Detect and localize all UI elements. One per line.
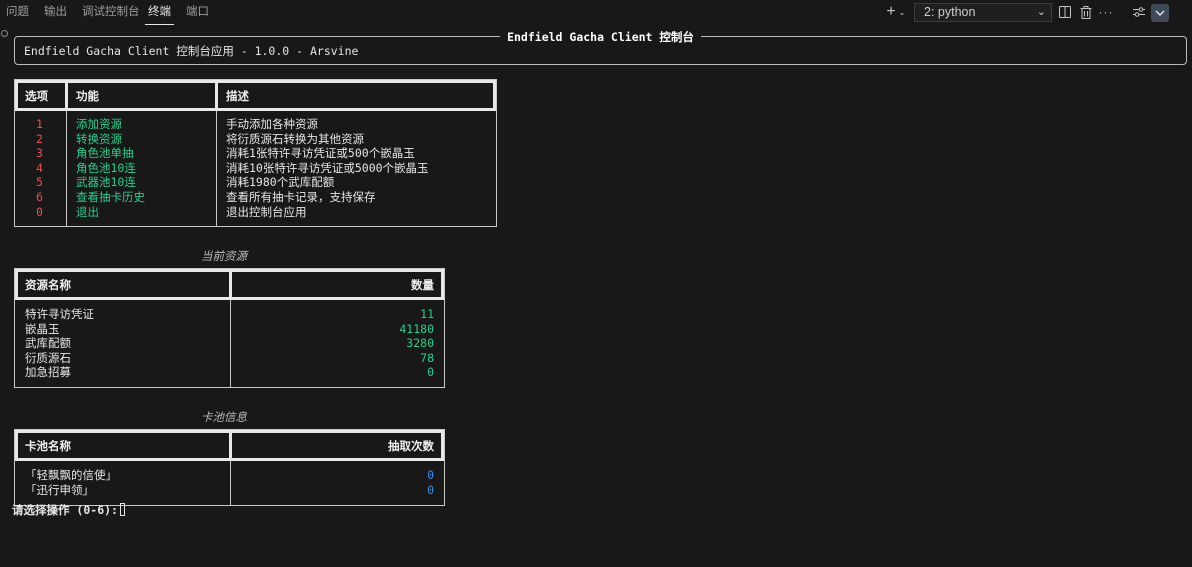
menu-table: 选项 功能 描述 1 2 3 4 5 6 0 添加资源 转换资源 角色池单抽 角… bbox=[14, 79, 497, 227]
command-decoration-icon bbox=[1, 30, 8, 37]
chevron-down-icon[interactable]: ⌄ bbox=[897, 4, 907, 20]
panel-tabbar: 问题 输出 调试控制台 终端 端口 + ⌄ 2: python ⌄ ··· bbox=[0, 0, 1192, 25]
menu-option: 5 bbox=[36, 175, 43, 190]
resource-name: 特许寻访凭证 bbox=[25, 307, 94, 321]
menu-options-column: 1 2 3 4 5 6 0 bbox=[36, 117, 48, 219]
pools-header-count: 抽取次数 bbox=[388, 439, 434, 453]
menu-option: 0 bbox=[36, 204, 43, 219]
menu-desc: 消耗1张特许寻访凭证或500个嵌晶玉 bbox=[226, 146, 415, 161]
chevron-down-icon: ⌄ bbox=[1036, 6, 1046, 18]
tab-ports[interactable]: 端口 bbox=[186, 0, 209, 25]
menu-desc-column: 手动添加各种资源 将衍质源石转换为其他资源 消耗1张特许寻访凭证或500个嵌晶玉… bbox=[226, 117, 429, 219]
resource-name: 嵌晶玉 bbox=[25, 321, 60, 336]
menu-functions-column: 添加资源 转换资源 角色池单抽 角色池10连 武器池10连 查看抽卡历史 退出 bbox=[76, 117, 145, 219]
menu-desc: 消耗10张特许寻访凭证或5000个嵌晶玉 bbox=[226, 160, 429, 175]
text-cursor bbox=[119, 503, 125, 516]
resource-name: 武库配额 bbox=[25, 336, 71, 351]
menu-desc: 查看所有抽卡记录，支持保存 bbox=[226, 189, 376, 204]
resources-table: 资源名称 数量 特许寻访凭证 嵌晶玉 武库配额 衍质源石 加急招募 11 411… bbox=[14, 268, 445, 388]
resource-qty: 3280 bbox=[406, 336, 434, 351]
resource-qty: 11 bbox=[420, 307, 434, 321]
tab-problems[interactable]: 问题 bbox=[6, 0, 29, 25]
resources-header-qty: 数量 bbox=[411, 278, 434, 292]
banner-subtitle: Endfield Gacha Client 控制台应用 - 1.0.0 - Ar… bbox=[24, 44, 359, 58]
banner-title: Endfield Gacha Client 控制台 bbox=[500, 30, 701, 44]
resource-qty: 0 bbox=[427, 365, 434, 380]
menu-function: 武器池10连 bbox=[76, 175, 136, 190]
menu-header-desc: 描述 bbox=[226, 89, 249, 103]
tab-debug-console[interactable]: 调试控制台 bbox=[82, 0, 140, 25]
collapse-panel-icon[interactable] bbox=[1151, 4, 1169, 22]
more-icon[interactable]: ··· bbox=[1098, 4, 1114, 20]
menu-desc: 将衍质源石转换为其他资源 bbox=[226, 131, 364, 146]
pool-count: 0 bbox=[427, 468, 434, 482]
menu-option: 6 bbox=[36, 189, 43, 204]
terminal-output[interactable]: Endfield Gacha Client 控制台 Endfield Gacha… bbox=[0, 25, 1192, 567]
terminal-selector[interactable]: 2: python ⌄ bbox=[914, 3, 1052, 22]
menu-function: 添加资源 bbox=[76, 117, 122, 131]
menu-header-function: 功能 bbox=[76, 89, 99, 103]
pools-title: 卡池信息 bbox=[201, 410, 247, 424]
menu-function: 转换资源 bbox=[76, 131, 122, 146]
pools-table: 卡池名称 抽取次数 「轻飘飘的信使」 「迅行申领」 0 0 bbox=[14, 429, 445, 506]
settings-icon[interactable] bbox=[1131, 4, 1147, 20]
terminal-selector-label: 2: python bbox=[924, 5, 976, 19]
tab-terminal[interactable]: 终端 bbox=[145, 0, 174, 25]
menu-desc: 消耗1980个武库配额 bbox=[226, 175, 335, 190]
menu-desc: 手动添加各种资源 bbox=[226, 117, 318, 131]
menu-function: 退出 bbox=[76, 204, 99, 219]
split-terminal-icon[interactable] bbox=[1057, 4, 1073, 20]
resource-qty: 41180 bbox=[399, 321, 434, 336]
resources-header-name: 资源名称 bbox=[25, 278, 71, 292]
menu-header-option: 选项 bbox=[25, 89, 48, 103]
trash-icon[interactable] bbox=[1078, 4, 1094, 20]
resource-name: 衍质源石 bbox=[25, 350, 71, 365]
resource-qty: 78 bbox=[420, 350, 434, 365]
pool-name: 「迅行申领」 bbox=[25, 482, 94, 497]
menu-option: 4 bbox=[36, 160, 43, 175]
pools-name-column: 「轻飘飘的信使」 「迅行申领」 bbox=[25, 468, 117, 497]
resources-title: 当前资源 bbox=[201, 249, 247, 263]
menu-desc: 退出控制台应用 bbox=[226, 204, 307, 219]
prompt-text: 请选择操作 (0-6): bbox=[12, 503, 118, 517]
pool-name: 「轻飘飘的信使」 bbox=[25, 468, 117, 482]
menu-option: 3 bbox=[36, 146, 43, 161]
tab-output[interactable]: 输出 bbox=[44, 0, 67, 25]
input-prompt[interactable]: 请选择操作 (0-6): bbox=[12, 502, 125, 518]
menu-function: 角色池单抽 bbox=[76, 146, 134, 161]
menu-function: 角色池10连 bbox=[76, 160, 136, 175]
app-banner: Endfield Gacha Client 控制台 Endfield Gacha… bbox=[14, 30, 1187, 65]
resources-name-column: 特许寻访凭证 嵌晶玉 武库配额 衍质源石 加急招募 bbox=[25, 307, 94, 380]
menu-option: 2 bbox=[36, 131, 43, 146]
menu-option: 1 bbox=[36, 117, 43, 131]
pool-count: 0 bbox=[427, 482, 434, 497]
pools-header-name: 卡池名称 bbox=[25, 439, 71, 453]
pools-count-column: 0 0 bbox=[427, 468, 434, 497]
menu-function: 查看抽卡历史 bbox=[76, 189, 145, 204]
resources-qty-column: 11 41180 3280 78 0 bbox=[399, 307, 434, 380]
resource-name: 加急招募 bbox=[25, 365, 71, 380]
